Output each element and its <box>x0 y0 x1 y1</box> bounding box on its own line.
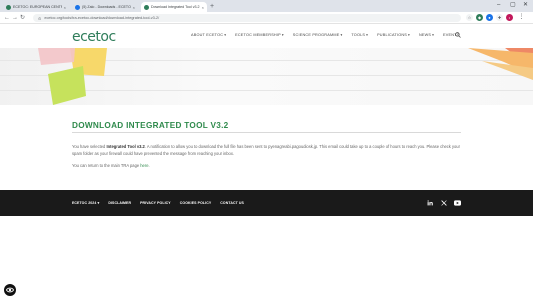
favicon-icon <box>144 4 149 10</box>
nav-item-science-programme[interactable]: SCIENCE PROGRAMME▾ <box>293 33 343 37</box>
tab-label: ECETOC: EUROPEAN CENTRE FOR ECOTOX <box>13 5 62 9</box>
footer-navigation: ECETOC 2024 ▾ DISCLAIMER PRIVACY POLICY … <box>72 201 244 205</box>
footer-link-disclaimer[interactable]: DISCLAIMER <box>108 201 131 205</box>
ecetoc-logo[interactable]: ecetoc <box>72 29 116 45</box>
maximize-button[interactable]: ▢ <box>510 1 516 10</box>
tab-download-integrated-tool[interactable]: Download Integrated Tool v3.2 × <box>141 2 207 12</box>
nav-item-news[interactable]: NEWS▾ <box>419 33 434 37</box>
reload-icon[interactable]: ↻ <box>20 14 25 22</box>
sticky-notes-illustration <box>38 48 533 105</box>
selected-tool-name: Integrated Tool v3.2 <box>106 144 145 149</box>
url-text: ecetoc.org/tools/tra-ecetoc-download/dow… <box>44 16 160 20</box>
footer-link-cookies-policy[interactable]: COOKIES POLICY <box>180 201 212 205</box>
bookmark-star-icon[interactable]: ☆ <box>466 14 473 21</box>
address-bar[interactable]: ⊙ ecetoc.org/tools/tra-ecetoc-download/d… <box>33 14 461 22</box>
new-tab-button[interactable]: + <box>210 2 214 11</box>
forward-icon[interactable]: → <box>12 14 18 22</box>
linkedin-icon[interactable] <box>426 199 433 206</box>
chevron-down-icon: ▾ <box>408 33 410 37</box>
profile-avatar[interactable]: • <box>506 14 513 21</box>
chevron-down-icon: ▾ <box>97 201 100 205</box>
browser-window: ECETOC: EUROPEAN CENTRE FOR ECOTOX × (5)… <box>0 0 533 300</box>
hero-banner-image <box>0 48 533 105</box>
divider <box>72 132 461 133</box>
nav-item-ecetoc-membership[interactable]: ECETOC MEMBERSHIP▾ <box>235 33 284 37</box>
nav-item-publications[interactable]: PUBLICATIONS▾ <box>377 33 410 37</box>
chevron-down-icon: ▾ <box>366 33 369 37</box>
chevron-down-icon: ▾ <box>340 33 343 37</box>
search-icon[interactable] <box>455 32 461 38</box>
chevron-down-icon: ▾ <box>224 33 227 37</box>
footer-item-ecetoc-year[interactable]: ECETOC 2024 ▾ <box>72 201 99 205</box>
tab-close-icon[interactable]: × <box>64 5 66 10</box>
browser-menu-icon[interactable]: ⋮ <box>518 14 525 21</box>
favicon-icon <box>75 4 80 10</box>
tab-label: (5) Zalo - Downloads - ECETOC <box>82 5 131 9</box>
youtube-icon[interactable] <box>454 199 461 206</box>
tab-label: Download Integrated Tool v3.2 <box>151 5 200 9</box>
main-navigation: ABOUT ECETOC▾ ECETOC MEMBERSHIP▾ SCIENCE… <box>191 33 459 37</box>
extension-icon[interactable]: ● <box>486 14 493 21</box>
minimize-button[interactable]: – <box>497 1 500 10</box>
x-icon[interactable] <box>440 199 447 206</box>
tab-strip: ECETOC: EUROPEAN CENTRE FOR ECOTOX × (5)… <box>0 0 533 12</box>
browser-toolbar: ← → ↻ ⊙ ecetoc.org/tools/tra-ecetoc-down… <box>0 12 533 24</box>
extension-icon[interactable]: ◆ <box>476 14 483 21</box>
chevron-down-icon: ▾ <box>281 33 284 37</box>
chevron-down-icon: ▾ <box>432 33 435 37</box>
favicon-icon <box>6 4 11 10</box>
return-text: You can return to the main TRA page here… <box>72 163 150 168</box>
page-title: DOWNLOAD INTEGRATED TOOL V3.2 <box>72 121 229 130</box>
tab-ecetoc-home[interactable]: ECETOC: EUROPEAN CENTRE FOR ECOTOX × <box>3 2 69 12</box>
accessibility-widget-button[interactable] <box>4 284 16 296</box>
nav-item-tools[interactable]: TOOLS▾ <box>351 33 368 37</box>
tab-zalo-downloads[interactable]: (5) Zalo - Downloads - ECETOC × <box>72 2 138 12</box>
footer-link-privacy-policy[interactable]: PRIVACY POLICY <box>140 201 171 205</box>
tab-close-icon[interactable]: × <box>133 5 135 10</box>
close-window-button[interactable]: ✕ <box>523 1 528 10</box>
site-info-icon[interactable]: ⊙ <box>38 16 41 21</box>
nav-item-about-ecetoc[interactable]: ABOUT ECETOC▾ <box>191 33 226 37</box>
eye-icon <box>6 287 14 293</box>
footer-link-contact-us[interactable]: CONTACT US <box>220 201 244 205</box>
back-icon[interactable]: ← <box>4 14 10 22</box>
extensions-puzzle-icon[interactable]: ✚ <box>496 14 503 21</box>
download-notice-text: You have selected Integrated Tool v3.2. … <box>72 144 460 156</box>
tab-close-icon[interactable]: × <box>202 5 204 10</box>
